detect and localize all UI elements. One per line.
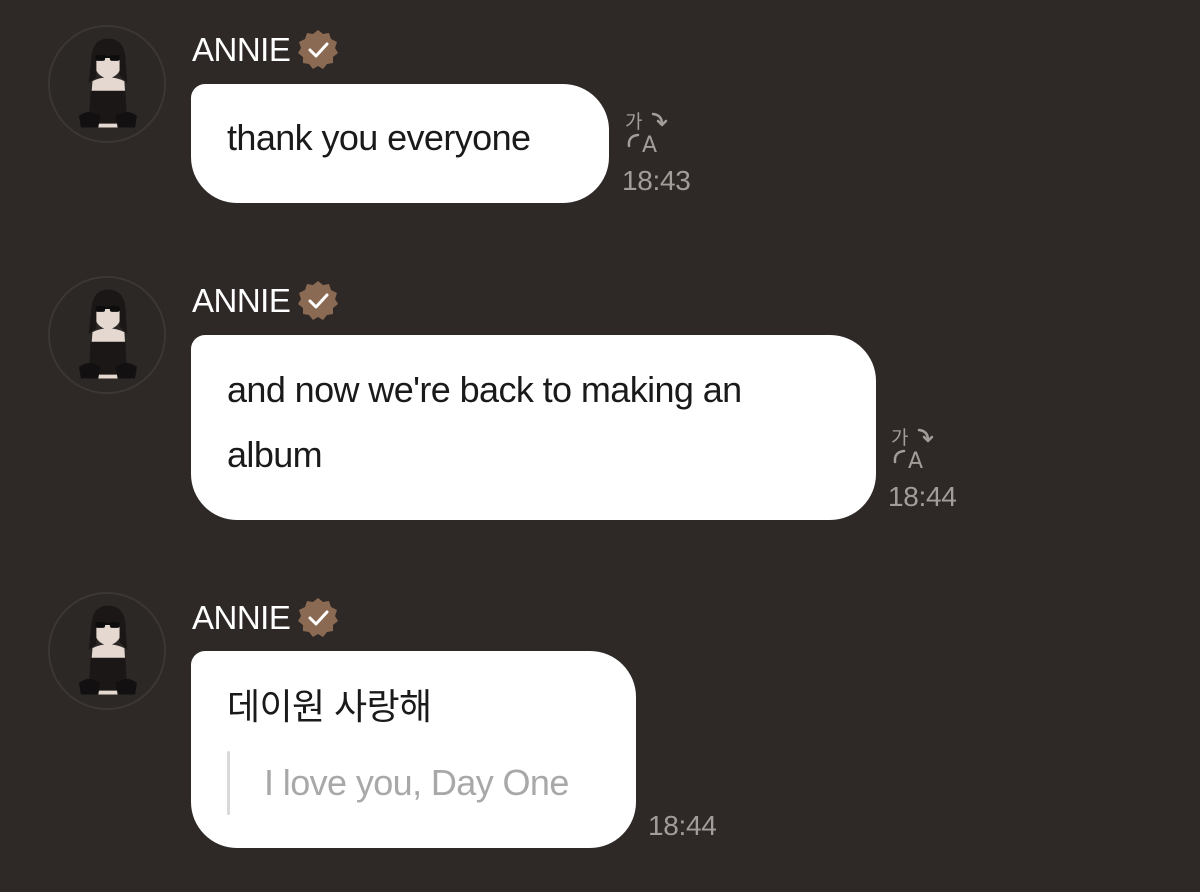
avatar[interactable] [48, 592, 166, 710]
message-text: thank you everyone [227, 117, 531, 158]
translation-text: I love you, Day One [264, 762, 569, 803]
message-time: 18:44 [888, 481, 957, 512]
message-time: 18:44 [648, 810, 717, 841]
quote-bar [227, 751, 230, 815]
translate-icon[interactable] [622, 108, 670, 156]
message-bubble[interactable]: and now we're back to making an album [191, 335, 876, 520]
message-bubble[interactable]: thank you everyone [191, 84, 609, 203]
message-text: and now we're back to making an album [227, 369, 742, 475]
sender-name: ANNIE [192, 599, 291, 636]
verified-badge-icon [296, 279, 340, 323]
translate-icon[interactable] [888, 424, 936, 472]
sender-header: ANNIE [192, 26, 340, 74]
sender-header: ANNIE [192, 277, 340, 325]
message-text: 데이원 사랑해 [227, 686, 432, 727]
sender-name: ANNIE [192, 282, 291, 319]
sender-header: ANNIE [192, 594, 340, 642]
translation-quote: I love you, Day One [227, 751, 600, 815]
avatar[interactable] [48, 25, 166, 143]
message-time: 18:43 [622, 165, 691, 196]
avatar[interactable] [48, 276, 166, 394]
message-bubble[interactable]: 데이원 사랑해 I love you, Day One [191, 651, 636, 848]
verified-badge-icon [296, 28, 340, 72]
sender-name: ANNIE [192, 31, 291, 68]
verified-badge-icon [296, 596, 340, 640]
